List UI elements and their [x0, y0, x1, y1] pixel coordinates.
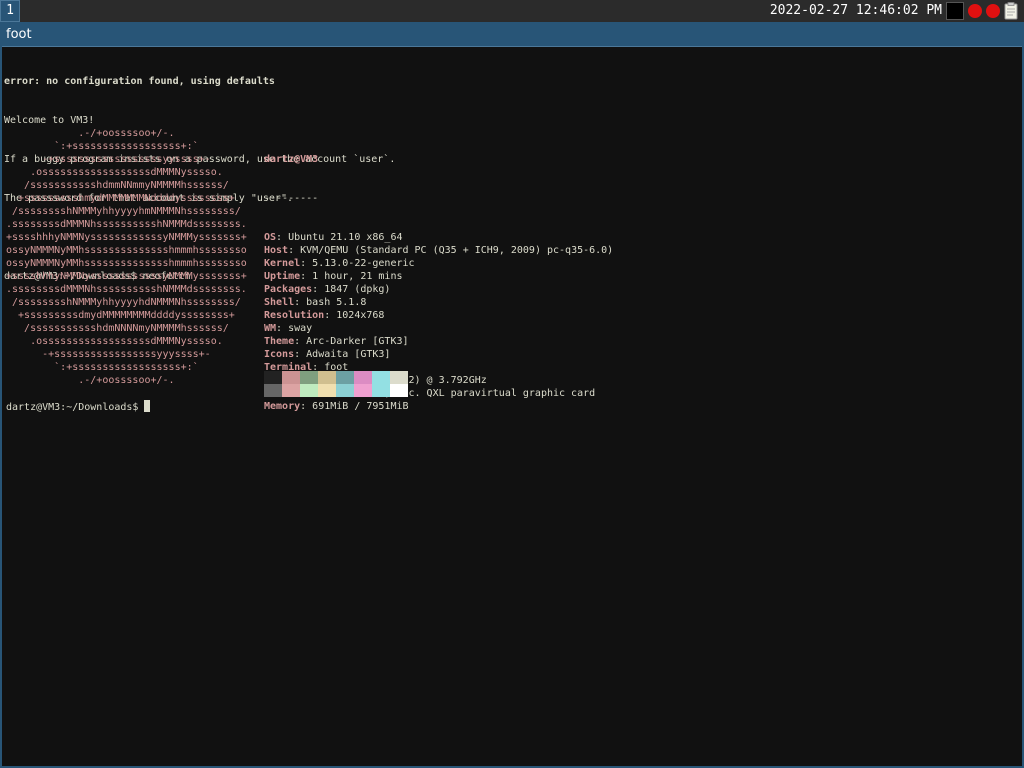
active-prompt[interactable]: dartz@VM3:~/Downloads$	[6, 400, 151, 413]
logo-line: +sssshhhyNMMNyssssssssssssyNMMMysssssss+	[6, 271, 247, 282]
error-label: error	[4, 76, 35, 87]
color-swatch	[390, 384, 408, 397]
welcome-line: Welcome to VM3!	[4, 115, 95, 126]
logo-line: /ssssssssssshdmmNNmmyNMMMMhssssss/	[6, 180, 229, 191]
color-swatch	[372, 371, 390, 384]
logo-line: +sssssssssdmydMMMMMMMMddddyssssssss+	[6, 310, 235, 321]
color-swatch	[336, 371, 354, 384]
logo-line: /sssssssshNMMMyhhyyyyhmNMMMNhssssssss/	[6, 206, 241, 217]
info-row: Uptime: 1 hour, 21 mins	[264, 271, 403, 282]
logo-line: /ssssssssssshdmNNNNmyNMMMMhssssss/	[6, 323, 229, 334]
info-row: WM: sway	[264, 323, 313, 334]
red-dot-icon[interactable]	[986, 4, 1000, 18]
info-key: WM	[264, 323, 277, 334]
info-row: Theme: Arc-Darker [GTK3]	[264, 336, 409, 347]
info-key: Packages	[264, 284, 313, 295]
info-key: Uptime	[264, 271, 301, 282]
color-swatch	[264, 384, 282, 397]
color-swatch	[354, 371, 372, 384]
logo-line: +sssshhhyNMMNyssssssssssssyNMMMysssssss+	[6, 232, 247, 243]
info-key: Resolution	[264, 310, 325, 321]
terminal-icon[interactable]	[946, 2, 964, 20]
info-row: OS: Ubuntu 21.10 x86_64	[264, 232, 403, 243]
info-key: Memory	[264, 401, 301, 412]
info-key: Host	[264, 245, 289, 256]
info-key: OS	[264, 232, 277, 243]
info-value: Ubuntu 21.10 x86_64	[288, 232, 403, 243]
separator: ---------	[264, 193, 319, 204]
color-swatch	[264, 371, 282, 384]
info-value: bash 5.1.8	[306, 297, 367, 308]
ubuntu-ascii-logo: .-/+oossssoo+/-. `:+ssssssssssssssssss+:…	[6, 127, 247, 387]
terminal-output[interactable]: error: no configuration found, using def…	[4, 49, 1022, 766]
cursor	[144, 400, 151, 412]
workspace-button[interactable]: 1	[0, 0, 20, 22]
info-row: Shell: bash 5.1.8	[264, 297, 367, 308]
logo-line: ossyNMMMNyMMhsssssssssssssshmmmhssssssso	[6, 245, 247, 256]
info-value: 1024x768	[336, 310, 385, 321]
color-swatch	[354, 384, 372, 397]
logo-line: .ssssssssdMMMNhsssssssssshNMMMdssssssss.	[6, 219, 247, 230]
info-row: Kernel: 5.13.0-22-generic	[264, 258, 415, 269]
logo-line: +ssssssssshmydMMMMMMMNddddyssssssss+	[6, 193, 235, 204]
clock: 2022-02-27 12:46:02 PM	[769, 3, 942, 18]
color-swatch	[390, 371, 408, 384]
info-value: 5.13.0-22-generic	[312, 258, 415, 269]
color-swatch	[282, 384, 300, 397]
info-value: Arc-Darker [GTK3]	[306, 336, 409, 347]
logo-line: ossyNMMMNyMMhsssssssssssssshmmmhssssssso	[6, 258, 247, 269]
info-value: KVM/QEMU (Standard PC (Q35 + ICH9, 2009)…	[300, 245, 614, 256]
info-value: Adwaita [GTK3]	[306, 349, 391, 360]
info-row: Packages: 1847 (dpkg)	[264, 284, 391, 295]
info-value: 1847 (dpkg)	[324, 284, 391, 295]
info-row: Memory: 691MiB / 7951MiB	[264, 401, 409, 412]
color-palette-bottom	[264, 384, 408, 397]
terminal-window[interactable]: foot error: no configuration found, usin…	[0, 22, 1024, 768]
info-key: Icons	[264, 349, 295, 360]
error-text: : no configuration found, using defaults	[34, 76, 275, 87]
shell-prompt: dartz@VM3:~/Downloads$	[6, 402, 145, 413]
info-value: 691MiB / 7951MiB	[312, 401, 409, 412]
logo-line: -+ssssssssssssssssssyyssss+-	[6, 154, 211, 165]
color-swatch	[336, 384, 354, 397]
info-row: Resolution: 1024x768	[264, 310, 385, 321]
logo-line: .-/+oossssoo+/-.	[6, 128, 175, 139]
color-swatch	[318, 371, 336, 384]
window-title[interactable]: foot	[2, 24, 1022, 47]
info-key: Kernel	[264, 258, 301, 269]
info-row: Icons: Adwaita [GTK3]	[264, 349, 391, 360]
color-swatch	[300, 371, 318, 384]
info-value: sway	[288, 323, 313, 334]
logo-line: .ossssssssssssssssssdMMMNysssso.	[6, 167, 223, 178]
info-value: 1 hour, 21 mins	[312, 271, 403, 282]
logo-line: .ossssssssssssssssssdMMMNysssso.	[6, 336, 223, 347]
color-swatch	[300, 384, 318, 397]
clipboard-icon[interactable]	[1004, 2, 1018, 20]
error-line: error: no configuration found, using def…	[4, 75, 1022, 88]
logo-line: `:+ssssssssssssssssss+:`	[6, 362, 199, 373]
info-key: Theme	[264, 336, 295, 347]
logo-line: /sssssssshNMMMyhhyyyyhdNMMMNhssssssss/	[6, 297, 241, 308]
info-row: Host: KVM/QEMU (Standard PC (Q35 + ICH9,…	[264, 245, 614, 256]
logo-line: `:+ssssssssssssssssss+:`	[6, 141, 199, 152]
color-swatch	[282, 371, 300, 384]
color-swatch	[372, 384, 390, 397]
info-key: Shell	[264, 297, 295, 308]
user-host: dartz@VM3	[264, 154, 319, 165]
color-palette-top	[264, 371, 408, 384]
red-dot-icon[interactable]	[968, 4, 982, 18]
logo-line: -+sssssssssssssssssyyyssss+-	[6, 349, 211, 360]
logo-line: .-/+oossssoo+/-.	[6, 375, 175, 386]
logo-line: .ssssssssdMMMNhsssssssssshNMMMdssssssss.	[6, 284, 247, 295]
top-bar: 1 2022-02-27 12:46:02 PM	[0, 0, 1024, 22]
color-swatch	[318, 384, 336, 397]
